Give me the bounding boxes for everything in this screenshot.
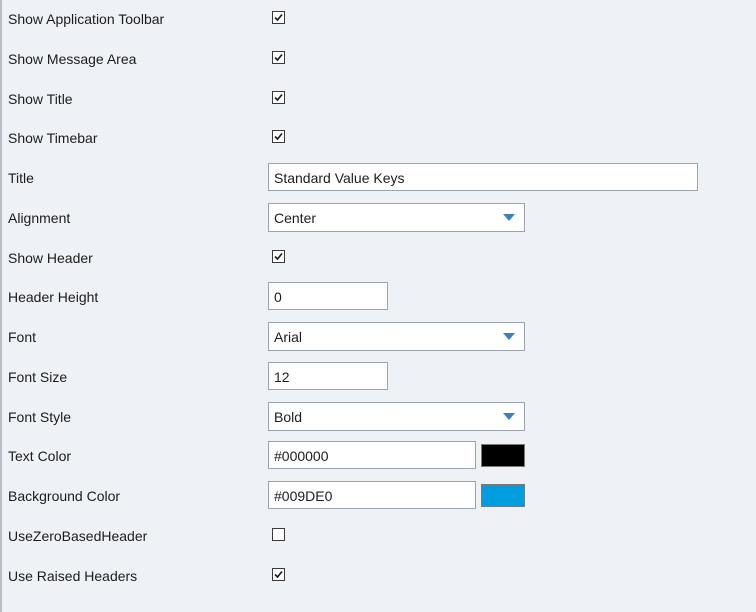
text-color-swatch[interactable] — [481, 444, 525, 467]
font-style-dropdown-value: Bold — [274, 409, 303, 425]
text-color-label: Text Color — [8, 448, 72, 464]
show-timebar-checkbox[interactable] — [272, 130, 285, 143]
chevron-down-icon[interactable] — [499, 207, 520, 228]
background-color-value: #009DE0 — [274, 488, 333, 504]
font-dropdown-value: Arial — [274, 329, 303, 345]
row-use-raised-headers: Use Raised Headers — [2, 557, 756, 597]
row-header-height: Header Height 0 — [2, 278, 756, 318]
checkmark-icon — [274, 13, 283, 22]
checkmark-icon — [274, 252, 283, 261]
use-raised-headers-label: Use Raised Headers — [8, 568, 138, 584]
text-color-value: #000000 — [274, 448, 329, 464]
row-text-color: Text Color #000000 — [2, 437, 756, 477]
show-app-toolbar-label: Show Application Toolbar — [8, 11, 165, 27]
use-zero-based-header-checkbox[interactable] — [272, 528, 285, 541]
header-height-label: Header Height — [8, 289, 99, 305]
row-title: Title Standard Value Keys — [2, 159, 756, 199]
row-use-zero-based-header: UseZeroBasedHeader — [2, 517, 756, 557]
checkmark-icon — [274, 570, 283, 579]
alignment-dropdown[interactable]: Center — [268, 203, 525, 232]
show-message-area-label: Show Message Area — [8, 51, 137, 67]
font-size-label: Font Size — [8, 369, 68, 385]
row-show-header: Show Header — [2, 239, 756, 279]
row-show-app-toolbar: Show Application Toolbar — [2, 0, 756, 40]
row-show-timebar: Show Timebar — [2, 119, 756, 159]
title-label: Title — [8, 170, 34, 186]
show-header-label: Show Header — [8, 250, 93, 266]
alignment-dropdown-value: Center — [274, 210, 317, 226]
checkmark-icon — [274, 53, 283, 62]
show-message-area-checkbox[interactable] — [272, 51, 285, 64]
row-alignment: Alignment Center — [2, 199, 756, 239]
font-style-dropdown[interactable]: Bold — [268, 402, 525, 431]
row-show-message-area: Show Message Area — [2, 40, 756, 80]
show-title-label: Show Title — [8, 91, 73, 107]
checkmark-icon — [274, 93, 283, 102]
font-dropdown[interactable]: Arial — [268, 322, 525, 351]
show-header-checkbox[interactable] — [272, 250, 285, 263]
background-color-label: Background Color — [8, 488, 121, 504]
font-size-value: 12 — [274, 369, 290, 385]
header-height-input[interactable]: 0 — [268, 282, 388, 310]
header-height-value: 0 — [274, 289, 282, 305]
title-input[interactable]: Standard Value Keys — [268, 163, 698, 191]
font-label: Font — [8, 329, 37, 345]
font-size-input[interactable]: 12 — [268, 362, 388, 390]
use-zero-based-header-label: UseZeroBasedHeader — [8, 528, 148, 544]
row-show-title: Show Title — [2, 80, 756, 120]
row-background-color: Background Color #009DE0 — [2, 477, 756, 517]
show-app-toolbar-checkbox[interactable] — [272, 11, 285, 24]
row-font-size: Font Size 12 — [2, 358, 756, 398]
chevron-down-icon[interactable] — [499, 406, 520, 427]
font-style-label: Font Style — [8, 409, 72, 425]
text-color-input[interactable]: #000000 — [268, 441, 476, 469]
show-title-checkbox[interactable] — [272, 91, 285, 104]
background-color-swatch[interactable] — [481, 484, 525, 507]
show-timebar-label: Show Timebar — [8, 130, 98, 146]
properties-panel: Show Application Toolbar Show Message Ar… — [2, 0, 756, 612]
use-raised-headers-checkbox[interactable] — [272, 568, 285, 581]
row-font-style: Font Style Bold — [2, 398, 756, 438]
title-input-value: Standard Value Keys — [274, 170, 405, 186]
row-font: Font Arial — [2, 318, 756, 358]
alignment-label: Alignment — [8, 210, 71, 226]
chevron-down-icon[interactable] — [499, 326, 520, 347]
background-color-input[interactable]: #009DE0 — [268, 481, 476, 509]
checkmark-icon — [274, 132, 283, 141]
